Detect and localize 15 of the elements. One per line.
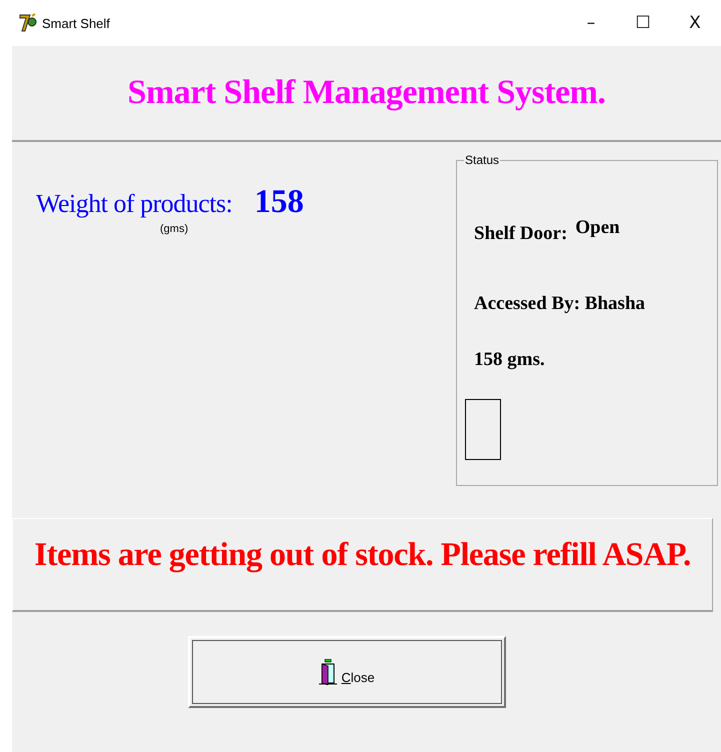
empty-frame bbox=[465, 399, 501, 460]
app-heading: Smart Shelf Management System. bbox=[128, 74, 606, 112]
door-label: Shelf Door: bbox=[474, 223, 568, 245]
app-icon bbox=[18, 13, 38, 33]
door-icon bbox=[319, 659, 338, 685]
accessed-by-text: Accessed By: Bhasha bbox=[474, 293, 646, 315]
weight-value: 158 bbox=[254, 184, 304, 221]
window-title: Smart Shelf bbox=[42, 16, 110, 30]
weight-unit: (gms) bbox=[160, 223, 190, 235]
weight-label: Weight of products: bbox=[36, 189, 232, 219]
group-legend: Status bbox=[464, 154, 500, 167]
door-value: Open bbox=[575, 217, 620, 239]
alert-message: Items are getting out of stock. Please refill ASAP. bbox=[34, 537, 691, 575]
weight-reading: 158 gms. bbox=[474, 349, 546, 371]
close-button[interactable]: Close bbox=[188, 636, 506, 708]
